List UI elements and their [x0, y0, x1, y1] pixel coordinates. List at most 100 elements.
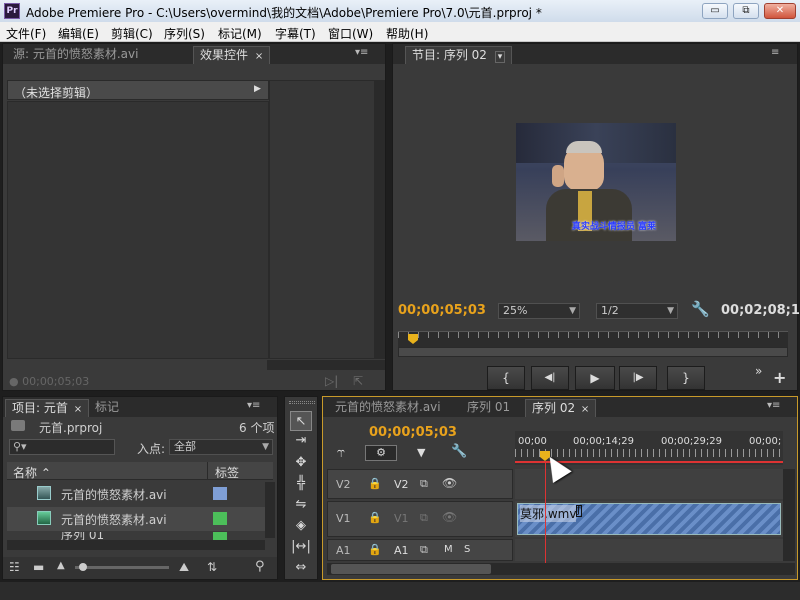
- playhead-icon[interactable]: [408, 334, 418, 344]
- close-icon[interactable]: ×: [581, 404, 589, 415]
- menu-title[interactable]: 字幕(T): [275, 25, 316, 42]
- sync-lock-icon[interactable]: ⧉: [420, 477, 428, 491]
- mark-in-button[interactable]: {: [487, 366, 525, 390]
- track-select-tool-icon[interactable]: ⇥: [290, 431, 312, 451]
- snap-toggle-icon[interactable]: ⚙: [365, 445, 397, 461]
- sync-lock-icon[interactable]: ⧉: [420, 511, 428, 525]
- tab-sequence-01[interactable]: 序列 01: [461, 399, 516, 417]
- marker-icon[interactable]: ▼: [417, 446, 425, 459]
- scroll-thumb[interactable]: [331, 564, 491, 574]
- resolution-select[interactable]: 1/2 ▼: [596, 303, 678, 319]
- slip-tool-icon[interactable]: |↔|: [290, 537, 312, 557]
- wrench-icon[interactable]: 🔧: [451, 444, 467, 459]
- video-clip[interactable]: 莫邪.wmv ƒ: [517, 503, 781, 535]
- entry-select[interactable]: 全部 ▼: [169, 439, 273, 455]
- search-input[interactable]: ⚲▾: [9, 439, 115, 455]
- tab-program[interactable]: 节目: 序列 02 ▾: [405, 46, 513, 64]
- zoom-slider-handle[interactable]: [79, 563, 87, 571]
- h-scrollbar[interactable]: [267, 360, 385, 370]
- column-label[interactable]: 标签: [215, 464, 239, 481]
- menu-edit[interactable]: 编辑(E): [58, 25, 99, 42]
- lock-icon[interactable]: 🔒: [368, 477, 382, 490]
- eye-icon[interactable]: 👁: [442, 510, 457, 524]
- program-duration: 00;02;08;18: [721, 303, 800, 318]
- track-target-v2[interactable]: V2: [394, 478, 409, 491]
- track-source-v1[interactable]: V1: [336, 512, 351, 525]
- status-bar: [0, 582, 800, 600]
- close-icon[interactable]: ×: [74, 404, 82, 415]
- menu-window[interactable]: 窗口(W): [328, 25, 373, 42]
- zoom-in-icon[interactable]: ⛰: [179, 560, 189, 575]
- track-source-v2[interactable]: V2: [336, 478, 351, 491]
- play-arrow-icon[interactable]: ▶: [254, 84, 261, 94]
- scrollbar[interactable]: [783, 469, 795, 561]
- mute-button[interactable]: M: [444, 544, 453, 555]
- wrench-icon[interactable]: 🔧: [691, 300, 710, 318]
- list-item[interactable]: 序列 01: [7, 532, 265, 540]
- scrollbar[interactable]: [375, 80, 385, 359]
- panel-menu-icon[interactable]: ▾≡: [767, 400, 780, 411]
- menu-file[interactable]: 文件(F): [6, 25, 46, 42]
- tab-sequence-02[interactable]: 序列 02 ×: [525, 399, 597, 417]
- rolling-edit-tool-icon[interactable]: ╬: [290, 474, 312, 494]
- maximize-button[interactable]: ⧉: [733, 3, 759, 19]
- mark-out-button[interactable]: }: [667, 366, 705, 390]
- h-scrollbar[interactable]: [327, 563, 795, 575]
- nest-icon[interactable]: ⥾: [337, 445, 345, 461]
- save-icon[interactable]: ⇱: [353, 374, 363, 388]
- menu-marker[interactable]: 标记(M): [218, 25, 262, 42]
- step-forward-button[interactable]: |▶: [619, 366, 657, 390]
- rate-stretch-tool-icon[interactable]: ⇋: [290, 495, 312, 515]
- automate-icon[interactable]: ⇅: [207, 560, 217, 574]
- menu-sequence[interactable]: 序列(S): [164, 25, 205, 42]
- selection-tool-icon[interactable]: ↖: [290, 411, 312, 431]
- program-scrubber[interactable]: [398, 331, 788, 347]
- play-button[interactable]: ▶: [575, 366, 615, 390]
- tab-markers[interactable]: 标记: [89, 399, 125, 417]
- track-lane-v1[interactable]: 莫邪.wmv ƒ: [515, 501, 783, 537]
- panel-menu-icon[interactable]: ≡: [771, 47, 779, 58]
- minimize-button[interactable]: ▭: [702, 3, 728, 19]
- add-button-icon[interactable]: +: [773, 368, 786, 387]
- lock-icon[interactable]: 🔒: [368, 511, 382, 524]
- close-button[interactable]: ✕: [764, 3, 796, 19]
- close-icon[interactable]: ×: [255, 51, 263, 62]
- column-name[interactable]: 名称 ⌃: [13, 464, 51, 481]
- sequence-dropdown-icon[interactable]: ▾: [494, 51, 506, 63]
- sync-lock-icon[interactable]: ⧉: [420, 543, 428, 557]
- track-target-a1[interactable]: A1: [394, 544, 409, 557]
- list-view-icon[interactable]: ☷: [9, 560, 20, 574]
- menu-clip[interactable]: 剪辑(C): [111, 25, 153, 42]
- eye-icon[interactable]: 👁: [442, 476, 457, 490]
- step-back-button[interactable]: ◀|: [531, 366, 569, 390]
- zoom-out-icon[interactable]: ▲: [57, 560, 65, 571]
- panel-menu-icon[interactable]: ▾≡: [355, 47, 368, 58]
- export-icon[interactable]: ▷|: [325, 374, 338, 388]
- list-item[interactable]: 元首的愤怒素材.avi: [7, 507, 265, 531]
- zoom-bar[interactable]: [398, 347, 788, 357]
- panel-menu-icon[interactable]: ▾≡: [247, 400, 260, 411]
- tab-source-clip[interactable]: 元首的愤怒素材.avi: [329, 399, 447, 417]
- icon-view-icon[interactable]: ▬: [33, 560, 44, 574]
- tab-source[interactable]: 源: 元首的愤怒素材.avi: [7, 46, 144, 64]
- list-item[interactable]: 元首的愤怒素材.avi: [7, 482, 265, 506]
- razor-tool-icon[interactable]: ◈: [290, 516, 312, 536]
- track-source-a1[interactable]: A1: [336, 544, 351, 557]
- program-timecode[interactable]: 00;00;05;03: [398, 303, 486, 318]
- slide-tool-icon[interactable]: ⇔: [290, 558, 312, 578]
- scrollbar[interactable]: [265, 482, 275, 538]
- timeline-timecode[interactable]: 00;00;05;03: [369, 425, 457, 440]
- more-controls-icon[interactable]: »: [755, 364, 762, 378]
- zoom-select[interactable]: 25% ▼: [498, 303, 580, 319]
- menu-help[interactable]: 帮助(H): [386, 25, 428, 42]
- track-lane-a1[interactable]: [515, 539, 783, 561]
- lock-icon[interactable]: 🔒: [368, 543, 382, 556]
- zoom-slider[interactable]: [75, 563, 169, 571]
- ripple-edit-tool-icon[interactable]: ✥: [290, 453, 312, 473]
- search-icon[interactable]: ⚲: [255, 559, 265, 574]
- h-scrollbar[interactable]: [7, 540, 265, 550]
- tab-project[interactable]: 项目: 元首 ×: [5, 399, 90, 417]
- track-target-v1[interactable]: V1: [394, 512, 409, 525]
- solo-button[interactable]: S: [464, 544, 470, 555]
- tab-effect-controls[interactable]: 效果控件 ×: [193, 46, 271, 64]
